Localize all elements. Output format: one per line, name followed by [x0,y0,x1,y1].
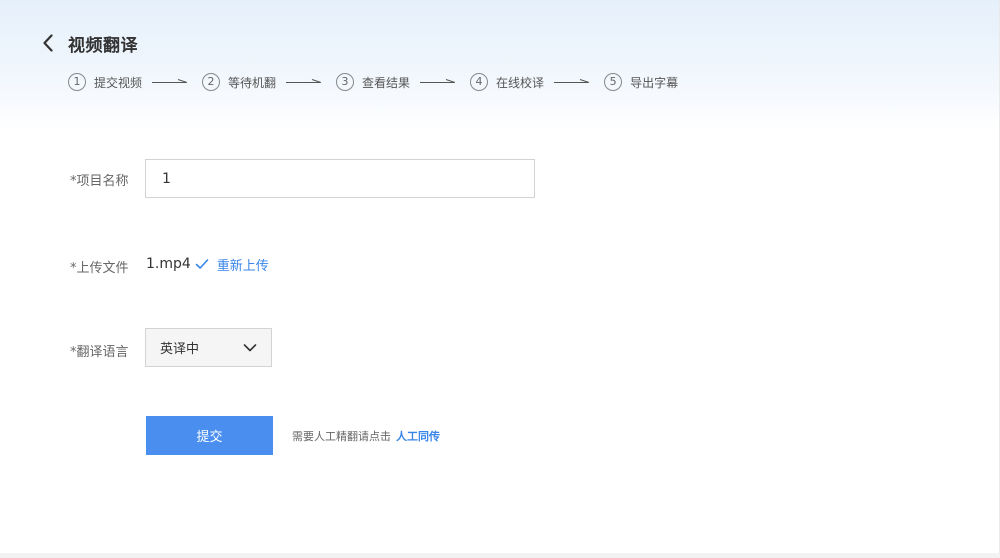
project-name-label: *项目名称 [70,174,129,189]
hint-text: 需要人工精翻请点击 [292,430,391,443]
step-5: 5 导出字幕 [604,73,678,91]
arrow-right-icon [420,79,456,83]
language-select[interactable]: 英译中 [145,328,272,367]
header: 视频翻译 [38,30,138,56]
step-label: 提交视频 [94,75,143,90]
chevron-left-icon [43,34,53,52]
back-button[interactable] [38,31,58,55]
page-title: 视频翻译 [68,35,138,56]
manual-interpretation-link[interactable]: 人工同传 [396,428,440,444]
step-number: 2 [202,73,221,91]
uploaded-file-name: 1.mp4 [146,256,191,272]
translate-language-label: *翻译语言 [70,345,129,360]
step-3: 3 查看结果 [336,73,410,91]
step-number: 4 [470,73,489,91]
chevron-down-icon [243,343,257,351]
arrow-right-icon [152,79,188,83]
project-name-input[interactable] [145,159,535,198]
step-4: 4 在线校译 [470,73,544,91]
upload-file-label: *上传文件 [70,261,129,276]
step-label: 查看结果 [362,75,411,90]
check-icon [195,259,209,269]
step-number: 3 [336,73,355,91]
page-container: 视频翻译 1 提交视频 2 等待机翻 3 查看结果 4 在线校译 5 导出字幕 … [0,0,1000,558]
step-label: 等待机翻 [228,75,277,90]
step-number: 5 [604,73,623,91]
step-1: 1 提交视频 [68,73,142,91]
submit-button[interactable]: 提交 [146,416,273,455]
manual-translation-hint: 需要人工精翻请点击 人工同传 [292,428,440,444]
step-progress: 1 提交视频 2 等待机翻 3 查看结果 4 在线校译 5 导出字幕 [68,72,678,92]
language-selected-value: 英译中 [160,342,200,357]
step-label: 导出字幕 [630,75,679,90]
step-number: 1 [68,73,86,91]
reupload-link[interactable]: 重新上传 [217,255,269,274]
arrow-right-icon [554,79,590,83]
step-label: 在线校译 [496,75,545,90]
step-2: 2 等待机翻 [202,73,276,91]
upload-status: 1.mp4 重新上传 [146,254,269,274]
arrow-right-icon [286,79,322,83]
bottom-divider [0,553,1000,558]
